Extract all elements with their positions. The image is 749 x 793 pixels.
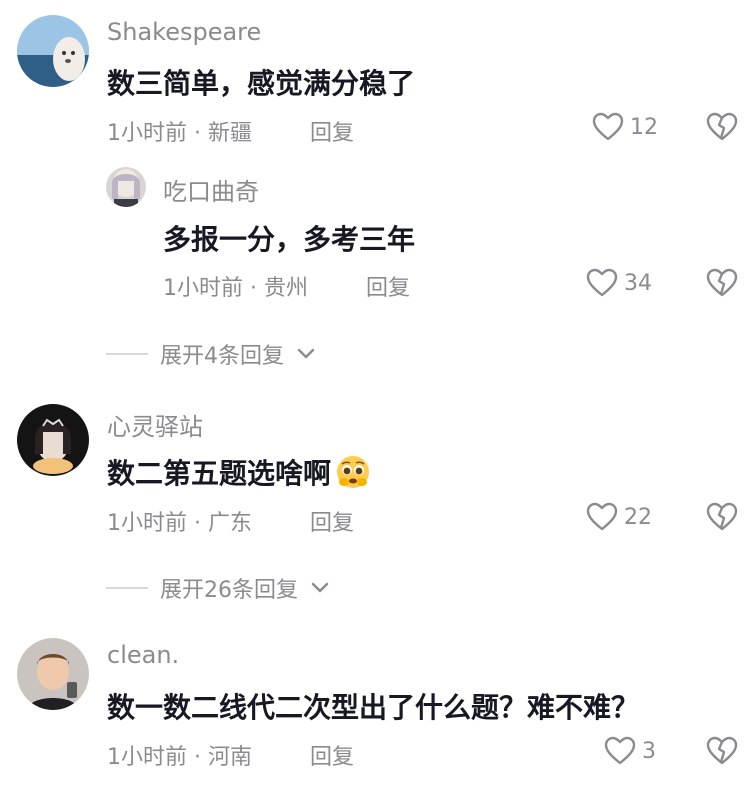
broken-heart-icon: [706, 736, 738, 765]
dislike-button[interactable]: [706, 736, 738, 766]
avatar[interactable]: [17, 638, 89, 710]
reply-button[interactable]: 回复: [310, 739, 354, 771]
like-count: 3: [642, 738, 656, 764]
comment-text: 数一数二线代二次型出了什么题？难不难？: [107, 691, 640, 724]
comment-meta: 1小时前 · 河南: [107, 745, 252, 770]
comment-item: clean. 数一数二线代二次型出了什么题？难不难？ 1小时前 · 河南 回复 …: [0, 0, 749, 793]
heart-outline-icon: [604, 736, 636, 765]
username[interactable]: clean.: [107, 641, 179, 669]
like-button[interactable]: 3: [604, 736, 656, 766]
